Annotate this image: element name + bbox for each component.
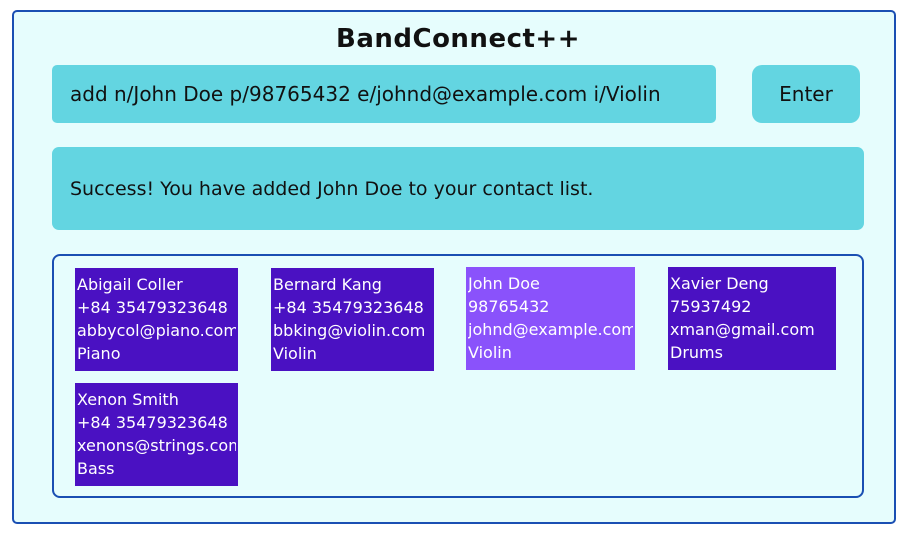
contact-instrument: Bass <box>77 459 115 478</box>
app-title: BandConnect++ <box>336 24 580 54</box>
contact-email: xman@gmail.com <box>670 320 815 339</box>
contact-email: abbycol@piano.com <box>77 321 236 340</box>
enter-button[interactable]: Enter <box>752 65 860 123</box>
contact-email: johnd@example.com <box>468 320 633 339</box>
contact-instrument: Violin <box>468 343 512 362</box>
contact-name: Xavier Deng <box>670 274 769 293</box>
contact-phone: 98765432 <box>468 297 550 316</box>
command-input[interactable]: add n/John Doe p/98765432 e/johnd@exampl… <box>52 65 716 123</box>
contact-instrument: Drums <box>670 343 723 362</box>
contact-phone: 75937492 <box>670 297 752 316</box>
result-display: Success! You have added John Doe to your… <box>52 147 864 230</box>
contact-email: xenons@strings.com <box>77 436 236 455</box>
contact-card[interactable]: Xenon Smith +84 35479323648 xenons@strin… <box>75 383 238 486</box>
contact-card-selected[interactable]: John Doe 98765432 johnd@example.com Viol… <box>466 267 635 370</box>
contact-instrument: Piano <box>77 344 121 363</box>
contact-card[interactable]: Bernard Kang +84 35479323648 bbking@viol… <box>271 268 434 371</box>
contact-name: Bernard Kang <box>273 275 382 294</box>
contact-name: Abigail Coller <box>77 275 183 294</box>
contact-phone: +84 35479323648 <box>77 413 228 432</box>
contact-phone: +84 35479323648 <box>273 298 424 317</box>
contact-name: Xenon Smith <box>77 390 179 409</box>
contact-name: John Doe <box>468 274 540 293</box>
contact-card[interactable]: Xavier Deng 75937492 xman@gmail.com Drum… <box>668 267 836 370</box>
contact-card[interactable]: Abigail Coller +84 35479323648 abbycol@p… <box>75 268 238 371</box>
contact-instrument: Violin <box>273 344 317 363</box>
contact-phone: +84 35479323648 <box>77 298 228 317</box>
contact-email: bbking@violin.com <box>273 321 426 340</box>
